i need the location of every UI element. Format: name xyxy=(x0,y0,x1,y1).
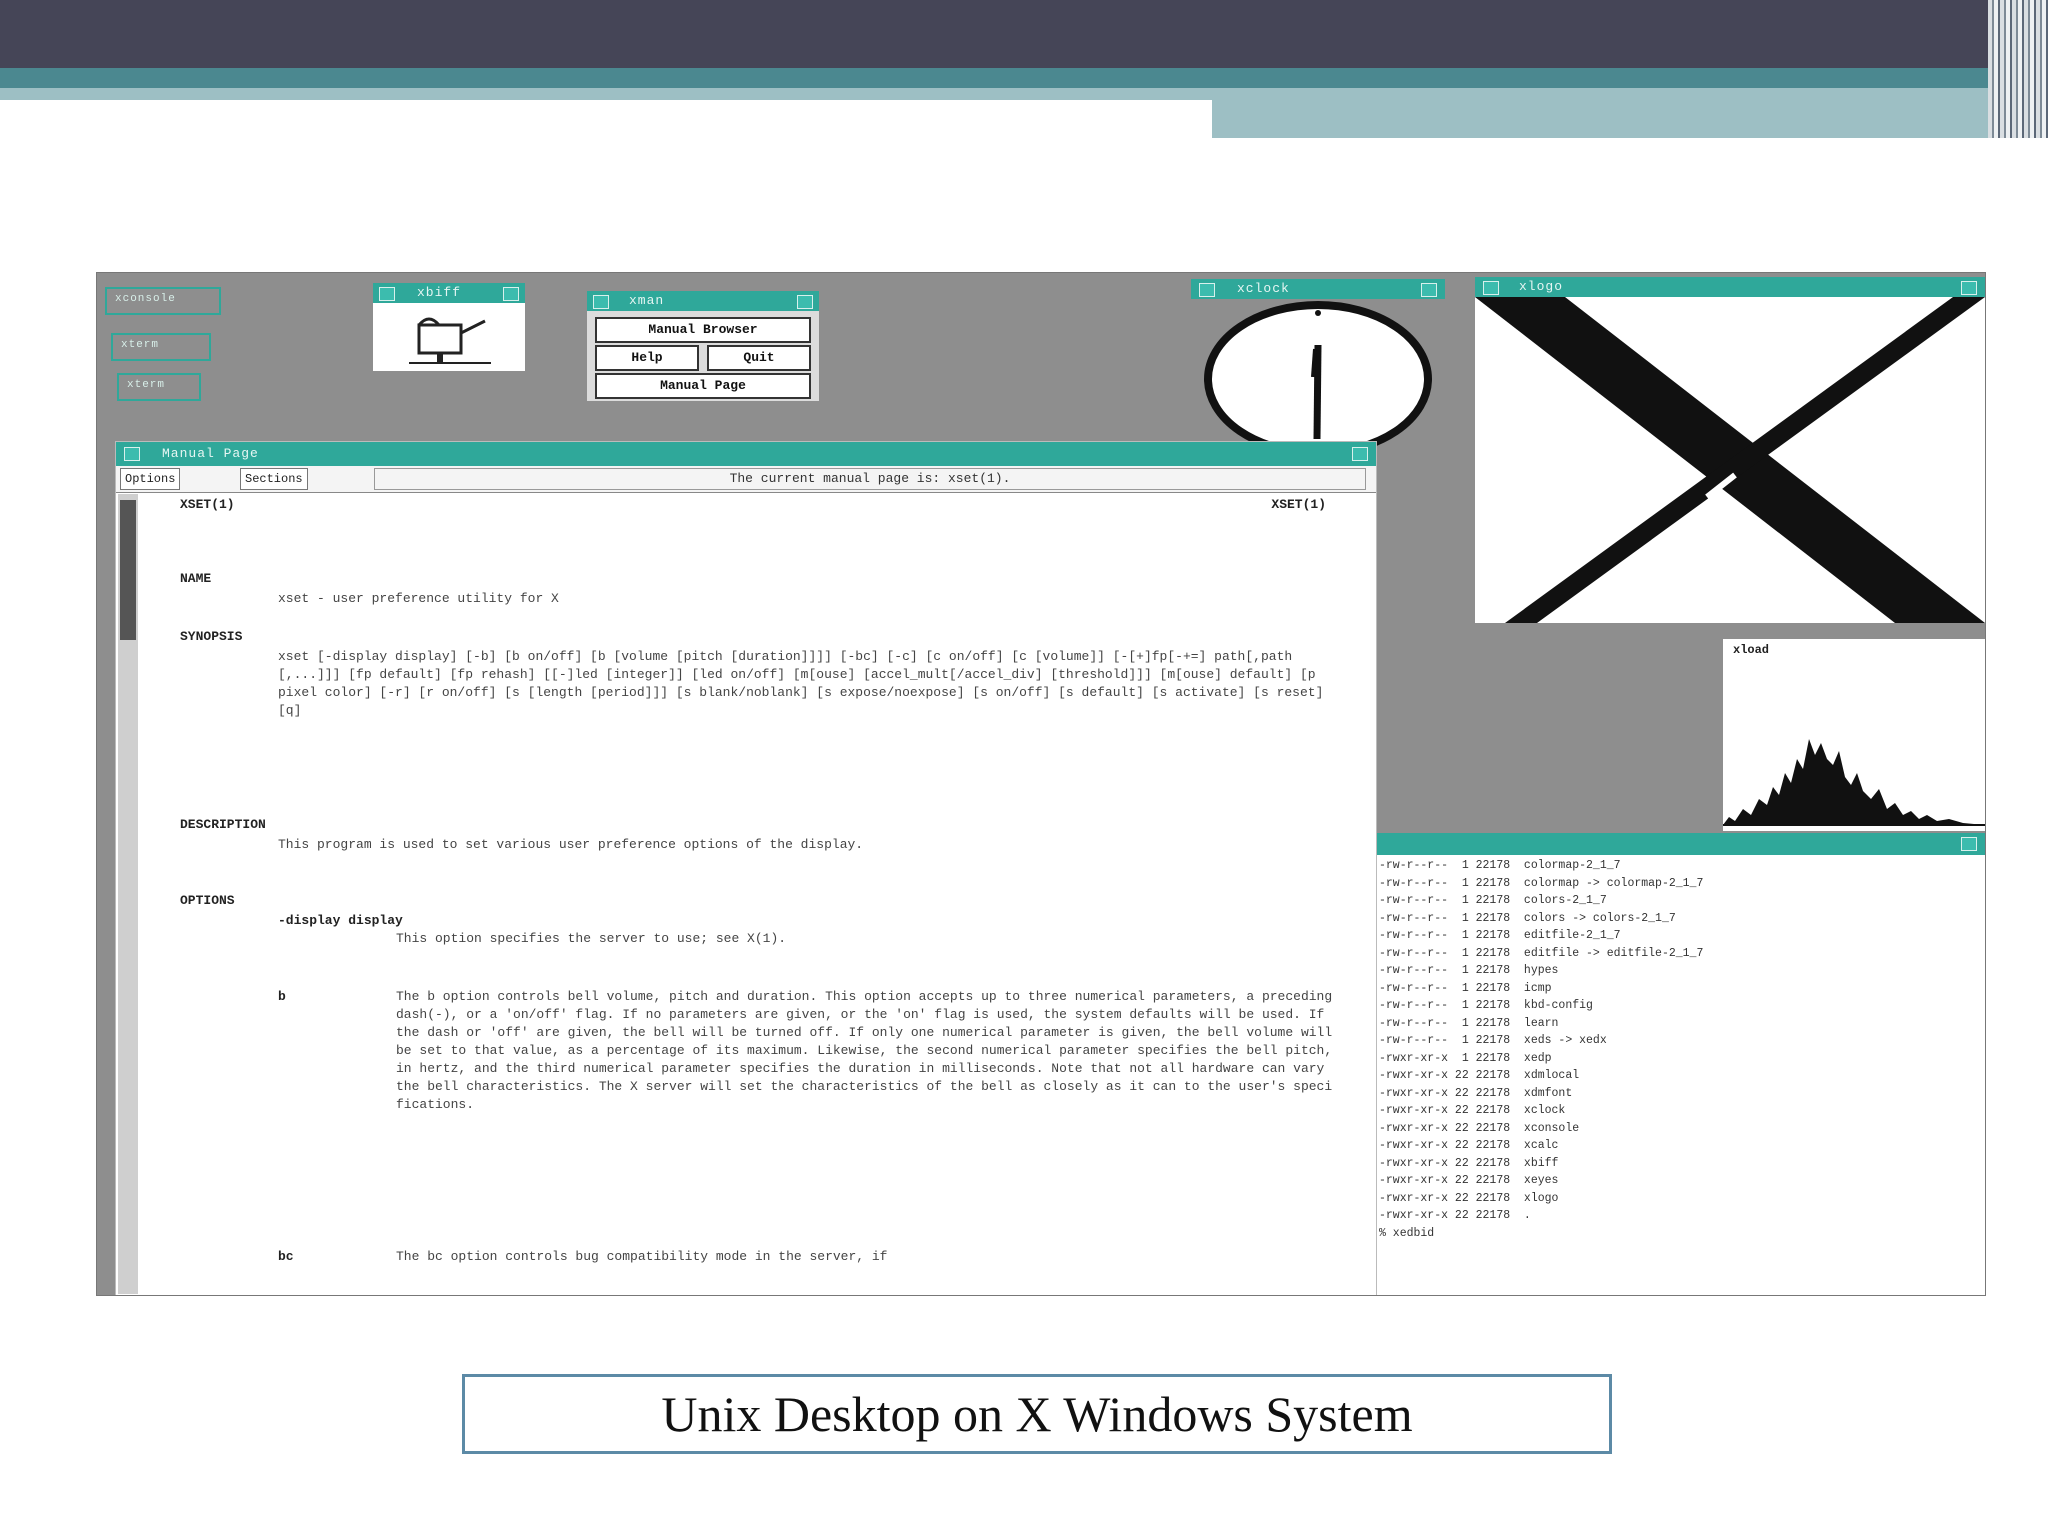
icon-label: xconsole xyxy=(115,293,176,305)
sections-menu-button[interactable]: Sections xyxy=(240,468,308,490)
resize-button[interactable] xyxy=(1421,283,1437,297)
iconify-button[interactable] xyxy=(124,447,140,461)
terminal-line: -rwxr-xr-x 22 22178 xclock xyxy=(1379,1104,1566,1117)
iconify-button[interactable] xyxy=(593,295,609,309)
icon-label: xterm xyxy=(127,379,166,391)
terminal-line: -rwxr-xr-x 22 22178 xeyes xyxy=(1379,1174,1559,1187)
manual-page-scrollbar[interactable] xyxy=(118,494,138,1294)
terminal-line: -rw-r--r-- 1 22178 hypes xyxy=(1379,964,1559,977)
iconify-button[interactable] xyxy=(1483,281,1499,295)
desktop-icon-xterm-1[interactable]: xterm xyxy=(111,333,211,361)
terminal-line: -rwxr-xr-x 22 22178 xdmfont xyxy=(1379,1086,1573,1100)
terminal-line: -rwxr-xr-x 22 22178 xdmlocal xyxy=(1379,1069,1580,1082)
xman-window: Manual Browser Help Quit Manual Page xyxy=(587,311,819,401)
slide-header-block xyxy=(1212,88,2048,138)
load-graph xyxy=(1723,739,1985,826)
xload-window: xload xyxy=(1723,639,1985,831)
manual-page-window: Manual Page Options Sections The current… xyxy=(115,441,1377,1295)
man-header-left: XSET(1) xyxy=(180,497,235,512)
option-b-text: The b option controls bell volume, pitch… xyxy=(396,989,1340,1112)
manual-page-menubar: Options Sections The current manual page… xyxy=(116,466,1376,493)
iconify-button[interactable] xyxy=(379,287,395,301)
resize-button[interactable] xyxy=(1352,447,1368,461)
slide-header-band xyxy=(0,0,2048,68)
terminal-line: -rwxr-xr-x 22 22178 . xyxy=(1379,1209,1531,1222)
window-title: xload xyxy=(1733,643,1770,657)
xbiff-titlebar[interactable]: xbiff xyxy=(373,283,525,303)
x-desktop-screenshot: xconsole xterm xterm xbiff xman Manual B… xyxy=(96,272,1986,1296)
description-heading: DESCRIPTION xyxy=(180,817,266,832)
man-header-right: XSET(1) xyxy=(1271,497,1326,512)
manual-page-button[interactable]: Manual Page xyxy=(595,373,811,399)
xclock-titlebar[interactable]: xclock xyxy=(1191,279,1445,299)
xlogo-titlebar[interactable]: xlogo xyxy=(1475,277,1985,297)
window-title: xlogo xyxy=(1519,279,1564,294)
options-heading: OPTIONS xyxy=(180,893,235,908)
slide-caption: Unix Desktop on X Windows System xyxy=(462,1374,1612,1454)
option-display-text: This option specifies the server to use;… xyxy=(396,931,787,946)
terminal-line: -rw-r--r-- 1 22178 editfile -> editfile-… xyxy=(1379,946,1704,960)
terminal-line: -rwxr-xr-x 22 22178 xconsole xyxy=(1379,1121,1580,1135)
option-bc-text: The bc option controls bug compatibility… xyxy=(396,1249,888,1264)
manual-page-content: XSET(1) XSET(1) NAME xset - user prefere… xyxy=(152,496,1362,1294)
desktop-icon-xconsole[interactable]: xconsole xyxy=(105,287,221,315)
manual-page-message: The current manual page is: xset(1). xyxy=(374,468,1366,490)
resize-button[interactable] xyxy=(797,295,813,309)
description-text: This program is used to set various user… xyxy=(278,837,864,852)
terminal-output[interactable]: -rw-r--r-- 1 22178 colormap-2_1_7 -rw-r--… xyxy=(1379,857,1979,1291)
slide-header-stripes xyxy=(1988,0,2048,138)
terminal-line: -rw-r--r-- 1 22178 colormap-2_1_7 xyxy=(1379,859,1621,872)
options-menu-button[interactable]: Options xyxy=(120,468,181,490)
resize-button[interactable] xyxy=(503,287,519,301)
xlogo-window xyxy=(1475,297,1985,623)
clock-face-icon xyxy=(1204,301,1432,457)
icon-label: xterm xyxy=(121,339,160,351)
window-title: xman xyxy=(629,293,665,308)
option-b-flag: b xyxy=(278,989,286,1004)
xbiff-window xyxy=(373,303,525,371)
name-text: xset - user preference utility for X xyxy=(278,591,559,606)
xman-titlebar[interactable]: xman xyxy=(587,291,819,311)
terminal-line: -rw-r--r-- 1 22178 xeds -> xedx xyxy=(1379,1034,1607,1047)
mailbox-icon xyxy=(409,317,491,364)
resize-button[interactable] xyxy=(1961,837,1977,851)
window-title: xbiff xyxy=(417,285,462,300)
terminal-line: -rw-r--r-- 1 22178 icmp xyxy=(1379,981,1552,995)
quit-button[interactable]: Quit xyxy=(707,345,811,371)
terminal-line: % xedbid xyxy=(1379,1226,1435,1240)
terminal-line: -rwxr-xr-x 22 22178 xbiff xyxy=(1379,1156,1559,1170)
synopsis-heading: SYNOPSIS xyxy=(180,629,243,644)
manual-browser-button[interactable]: Manual Browser xyxy=(595,317,811,343)
slide-header-light-band xyxy=(0,88,1212,100)
terminal-line: -rwxr-xr-x 22 22178 xlogo xyxy=(1379,1191,1559,1205)
resize-button[interactable] xyxy=(1961,281,1977,295)
iconify-button[interactable] xyxy=(1199,283,1215,297)
xterm-titlebar[interactable] xyxy=(1377,833,1985,855)
terminal-line: -rw-r--r-- 1 22178 colors-2_1_7 xyxy=(1379,894,1607,907)
help-button[interactable]: Help xyxy=(595,345,699,371)
terminal-line: -rw-r--r-- 1 22178 learn xyxy=(1379,1016,1559,1030)
terminal-line: -rwxr-xr-x 1 22178 xedp xyxy=(1379,1051,1552,1065)
terminal-line: -rw-r--r-- 1 22178 editfile-2_1_7 xyxy=(1379,929,1621,942)
name-heading: NAME xyxy=(180,571,212,586)
terminal-line: -rw-r--r-- 1 22178 colors -> colors-2_1_… xyxy=(1379,911,1676,925)
terminal-line: -rwxr-xr-x 22 22178 xcalc xyxy=(1379,1139,1559,1152)
terminal-line: -rw-r--r-- 1 22178 kbd-config xyxy=(1379,999,1593,1012)
slide-header-accent xyxy=(0,68,2048,88)
scrollbar-thumb[interactable] xyxy=(120,500,136,640)
synopsis-text: xset [-display display] [-b] [b on/off] … xyxy=(278,649,1332,718)
xterm-window[interactable]: -rw-r--r-- 1 22178 colormap-2_1_7 -rw-r--… xyxy=(1377,833,1985,1295)
xclock-window xyxy=(1191,299,1445,457)
window-title: xclock xyxy=(1237,281,1290,296)
desktop-icon-xterm-2[interactable]: xterm xyxy=(117,373,201,401)
window-title: Manual Page xyxy=(162,446,259,461)
option-bc-flag: bc xyxy=(278,1249,294,1264)
terminal-line: -rw-r--r-- 1 22178 colormap -> colormap-… xyxy=(1379,876,1704,890)
x-logo-icon xyxy=(1475,297,1985,623)
option-display-flag: -display display xyxy=(278,913,403,928)
manual-page-titlebar[interactable]: Manual Page xyxy=(116,442,1376,466)
